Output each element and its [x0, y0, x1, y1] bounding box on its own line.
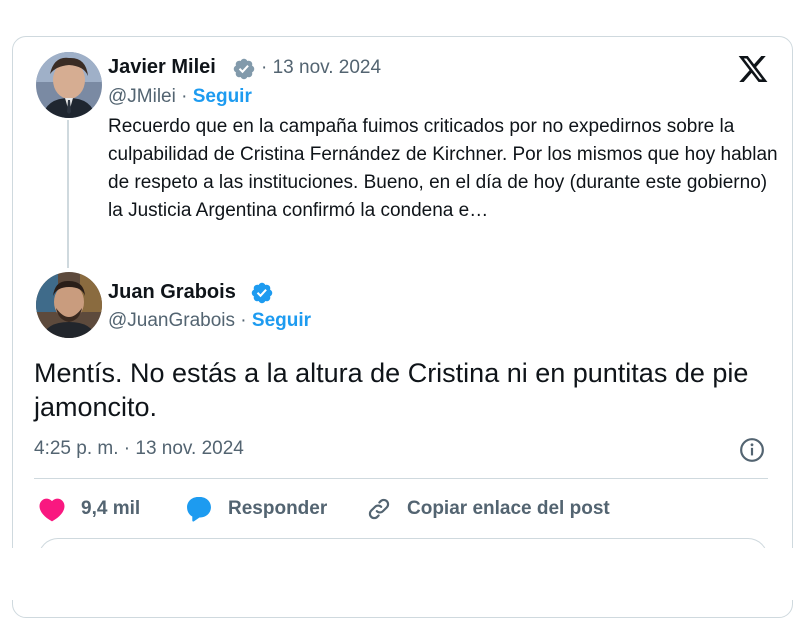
follow-button-milei[interactable]: Seguir — [193, 86, 252, 107]
reply-bubble-icon — [185, 495, 213, 523]
reply-post-text: Mentís. No estás a la altura de Cristina… — [34, 358, 749, 422]
avatar-juan-grabois[interactable] — [36, 272, 102, 338]
quoted-post-text: Recuerdo que en la campaña fuimos critic… — [108, 116, 778, 221]
verified-badge-icon — [250, 281, 274, 310]
crop-cover — [0, 548, 800, 600]
actions-divider — [34, 478, 768, 479]
post-timestamp[interactable]: 4:25 p. m. · 13 nov. 2024 — [34, 438, 244, 460]
verified-badge-icon — [232, 57, 256, 86]
link-icon — [366, 496, 392, 522]
quoted-author-name[interactable]: Javier Milei — [108, 56, 216, 79]
copy-link-label: Copiar enlace del post — [407, 498, 610, 519]
like-button[interactable]: 9,4 mil — [38, 494, 140, 524]
reply-handle-row: @JuanGrabois · Seguir — [108, 310, 311, 332]
copy-link-button[interactable]: Copiar enlace del post — [366, 494, 610, 524]
x-logo-icon[interactable] — [737, 53, 769, 90]
follow-button-grabois[interactable]: Seguir — [252, 310, 311, 331]
thread-connector-line — [67, 120, 69, 268]
reply-button[interactable]: Responder — [185, 494, 327, 524]
quoted-author-handle[interactable]: @JMilei · — [108, 86, 187, 107]
reply-label: Responder — [228, 498, 328, 519]
reply-author-handle[interactable]: @JuanGrabois · — [108, 310, 247, 331]
quoted-post-date[interactable]: · 13 nov. 2024 — [261, 57, 381, 79]
info-icon[interactable] — [739, 437, 765, 468]
like-count: 9,4 mil — [81, 498, 141, 519]
reply-author-name[interactable]: Juan Grabois — [108, 281, 236, 304]
heart-icon — [38, 496, 66, 522]
quoted-handle-row: @JMilei · Seguir — [108, 86, 252, 108]
avatar-javier-milei[interactable] — [36, 52, 102, 118]
